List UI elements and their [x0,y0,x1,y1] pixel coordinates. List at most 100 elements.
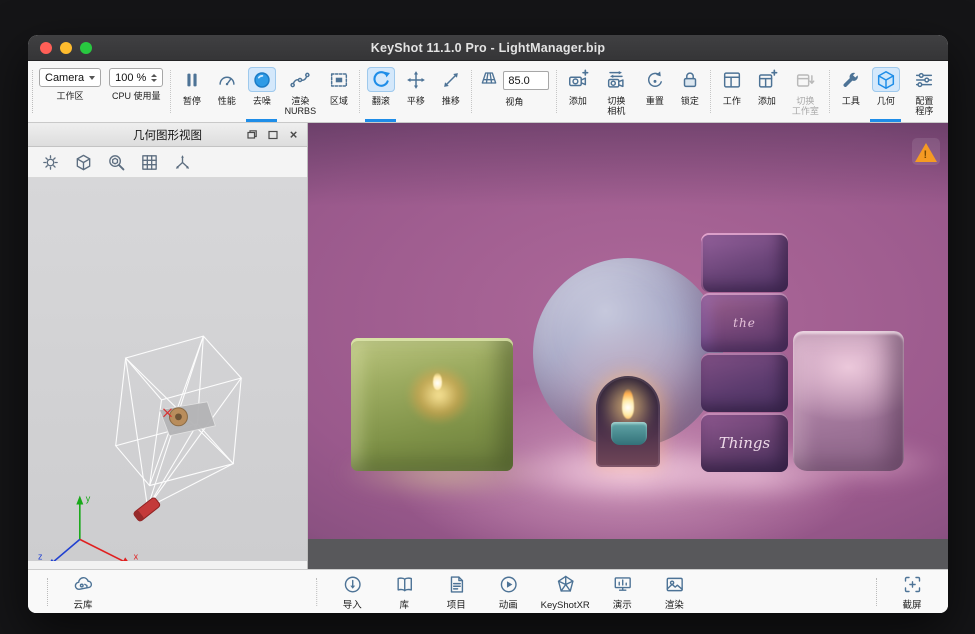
gauge-icon [213,67,241,92]
cloud-icon [73,574,94,600]
geometry-wireframe-viewport[interactable]: y x z [28,178,307,561]
svg-text:z: z [38,551,43,561]
tealight-cup [611,422,647,445]
toolbar-separator [471,70,472,113]
lock-camera-button[interactable]: 锁定 [672,61,707,122]
play-circle-icon [498,574,519,600]
studio-button[interactable]: 工作 [714,61,749,122]
maximize-panel-icon[interactable] [266,128,279,141]
animation-button[interactable]: 动画 [482,572,534,611]
candle-flame [622,389,634,419]
tools-button[interactable]: 工具 [833,61,868,122]
import-button[interactable]: 导入 [326,572,378,611]
panel-settings-button[interactable] [39,151,61,173]
panel-grid-button[interactable] [138,151,160,173]
pan-button[interactable]: 平移 [398,61,433,122]
chevron-down-icon [89,76,95,80]
geometry-button[interactable]: 几何 [868,61,903,122]
panel-axis-button[interactable] [171,151,193,173]
cpu-usage-label: CPU 使用量 [112,91,161,101]
lock-icon [676,67,704,92]
drag-handle[interactable] [876,578,877,606]
light-manager-button[interactable]: 光管 理器 [945,61,948,122]
presentation-icon [612,574,633,600]
glass-cube: Things [701,413,788,472]
app-window: KeyShot 11.1.0 Pro - LightManager.bip Ca… [28,35,948,613]
tumble-button[interactable]: 翻滚 [363,61,398,122]
close-panel-icon[interactable]: × [287,128,300,141]
add-studio-button[interactable]: 添加 [749,61,784,122]
drag-handle[interactable] [32,70,33,113]
toolbar-separator [710,70,711,113]
minimize-window-button[interactable] [60,42,72,54]
panel-zoom-button[interactable] [105,151,127,173]
bottom-ribbon: 云库 导入 库 项目 动画 KeyShotXR [28,569,948,613]
close-window-button[interactable] [40,42,52,54]
zoom-window-button[interactable] [80,42,92,54]
switch-camera-button[interactable]: 切换 相机 [595,61,637,122]
viewport-letterbox [308,539,948,569]
switch-studio-button[interactable]: 切换 工作室 [784,61,826,122]
keyshot-logo-icon [555,574,576,600]
render-nurbs-button[interactable]: 渲染 NURBS [279,61,321,122]
pause-icon [178,67,206,92]
toolbar-separator [556,70,557,113]
drag-handle[interactable] [47,578,48,606]
wrench-icon [837,67,865,92]
pan-icon [402,67,430,92]
candle-flame [433,373,442,390]
panel-toolbar [28,147,307,178]
warning-badge[interactable]: ! [912,138,940,165]
reset-icon [641,67,669,92]
region-icon [325,67,353,92]
float-panel-icon[interactable] [245,128,258,141]
screenshot-frame-icon [902,574,923,600]
geometry-view-panel: 几何图形视图 × [28,123,308,569]
toolbar-separator [359,70,360,113]
pause-button[interactable]: 暂停 [174,61,209,122]
add-camera-button[interactable]: 添加 [560,61,595,122]
ribbon-center-group: 导入 库 项目 动画 KeyShotXR 演示 [307,572,700,611]
tumble-icon [367,67,395,92]
camera-switch-icon [602,67,630,92]
spinner-icon[interactable] [151,74,157,82]
render-button[interactable]: 渲染 [648,572,700,611]
denoise-icon [248,67,276,92]
window-title: KeyShot 11.1.0 Pro - LightManager.bip [28,41,948,55]
reset-camera-button[interactable]: 重置 [637,61,672,122]
sliders-icon [910,67,938,92]
studio-window-icon [718,67,746,92]
realtime-viewport[interactable]: the Things ! [308,123,948,569]
glass-cube-stack: the Things [701,233,788,473]
library-button[interactable]: 库 [378,572,430,611]
glass-cube [701,353,788,412]
main-toolbar: Camera 工作区 100 % CPU 使用量 暂停 性能 去噪 [28,61,948,123]
book-icon [394,574,415,600]
desktop: { "window": { "title": "KeyShot 11.1.0 P… [0,0,975,634]
camera-wireframe: y x z [28,178,307,561]
view-angle-input[interactable] [503,71,549,90]
studio-add-icon [753,67,781,92]
main-area: 几何图形视图 × [28,123,948,569]
panel-cube-button[interactable] [72,151,94,173]
workspace-select[interactable]: Camera [39,68,101,87]
performance-button[interactable]: 性能 [209,61,244,122]
denoise-button[interactable]: 去噪 [244,61,279,122]
cube-icon [872,67,900,92]
engraved-text: Things [719,434,770,452]
project-button[interactable]: 项目 [430,572,482,611]
camera-add-icon [564,67,592,92]
present-button[interactable]: 演示 [596,572,648,611]
toolbar-separator [829,70,830,113]
dolly-button[interactable]: 推移 [433,61,468,122]
configurator-button[interactable]: 配置 程序 [903,61,945,122]
cloud-library-button[interactable]: 云库 [57,572,109,611]
glass-cube: the [701,293,788,352]
nurbs-curve-icon [286,67,314,92]
region-button[interactable]: 区域 [321,61,356,122]
keyshotxr-button[interactable]: KeyShotXR [534,572,596,611]
drag-handle[interactable] [316,578,317,606]
cpu-usage-value: 100 % [115,72,146,84]
cpu-usage-stepper[interactable]: 100 % [109,68,163,87]
screenshot-button[interactable]: 截屏 [886,572,938,611]
